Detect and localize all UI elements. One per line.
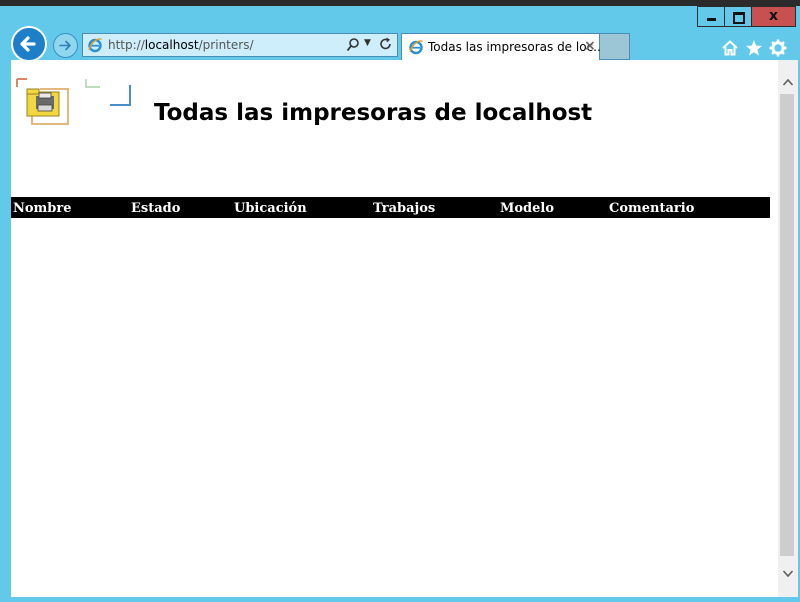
minimize-button[interactable] xyxy=(697,6,725,27)
ie-logo-icon xyxy=(88,38,102,53)
column-header-comentario: Comentario xyxy=(609,201,695,216)
search-icon[interactable] xyxy=(346,37,360,53)
column-header-modelo: Modelo xyxy=(500,201,555,216)
window-frame-bottom xyxy=(0,597,800,602)
tab-close-icon[interactable]: × xyxy=(584,38,596,54)
url-scheme: http:// xyxy=(108,38,145,52)
column-header-estado: Estado xyxy=(131,201,181,216)
close-icon: x xyxy=(768,8,779,24)
printers-table-header: Nombre Estado Ubicación Trabajos Modelo … xyxy=(11,197,770,218)
favorites-star-icon[interactable] xyxy=(745,39,763,57)
scroll-down-button[interactable] xyxy=(778,564,798,582)
printer-folder-logo-icon xyxy=(16,78,131,125)
settings-gear-icon[interactable] xyxy=(769,39,787,57)
address-text: http://localhost/printers/ xyxy=(108,38,254,52)
scroll-thumb[interactable] xyxy=(780,94,794,556)
new-tab-button[interactable] xyxy=(600,33,630,60)
url-path: /printers/ xyxy=(198,38,254,52)
back-button[interactable] xyxy=(11,26,47,62)
back-arrow-icon xyxy=(20,36,36,52)
chevron-up-icon xyxy=(782,78,794,86)
tab-printers[interactable]: Todas las impresoras de loc... × xyxy=(401,33,605,60)
window-frame-left xyxy=(0,60,11,602)
address-bar[interactable]: http://localhost/printers/ ▼ xyxy=(82,33,398,57)
column-header-ubicacion: Ubicación xyxy=(234,201,307,216)
scroll-up-button[interactable] xyxy=(778,72,798,90)
url-host: localhost xyxy=(144,38,199,52)
page-content: Todas las impresoras de localhost Nombre… xyxy=(11,60,778,597)
close-window-button[interactable]: x xyxy=(751,6,796,27)
maximize-button[interactable] xyxy=(724,6,752,27)
column-header-trabajos: Trabajos xyxy=(373,201,436,216)
browser-chrome: x http://localhost/printers/ ▼ Todas las… xyxy=(0,6,800,62)
minimize-icon xyxy=(707,18,716,21)
page-title: Todas las impresoras de localhost xyxy=(154,100,593,126)
forward-button[interactable] xyxy=(53,33,78,58)
dropdown-arrow-icon[interactable]: ▼ xyxy=(364,38,371,48)
tab-title: Todas las impresoras de loc... xyxy=(428,40,605,54)
vertical-scrollbar[interactable] xyxy=(778,60,798,597)
forward-arrow-icon xyxy=(59,40,71,51)
home-icon[interactable] xyxy=(721,39,739,57)
ie-logo-icon xyxy=(409,40,423,55)
maximize-icon xyxy=(733,12,745,24)
column-header-nombre: Nombre xyxy=(13,201,72,216)
refresh-icon[interactable] xyxy=(379,36,393,52)
chevron-down-icon xyxy=(782,570,794,578)
